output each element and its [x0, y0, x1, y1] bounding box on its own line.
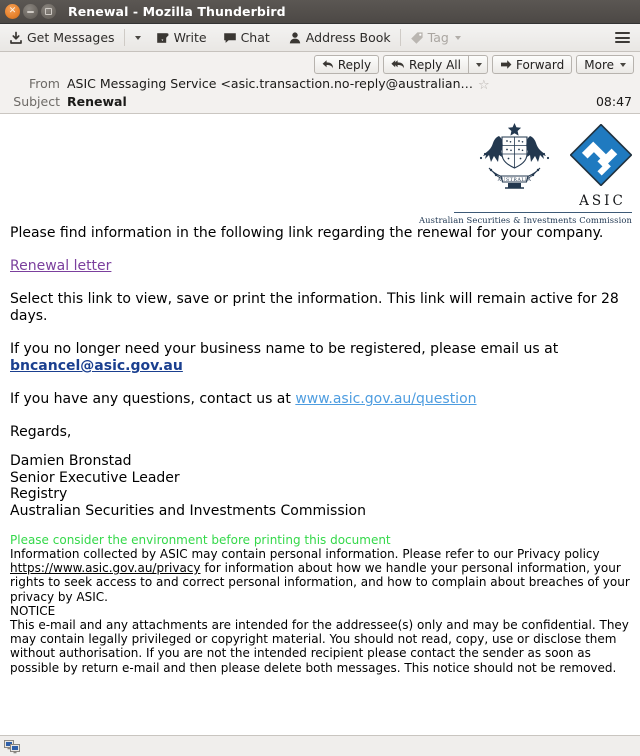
- asic-brand-mark: ASIC: [569, 120, 633, 209]
- forward-arrow-icon: [500, 59, 512, 70]
- questions-prefix-text: If you have any questions, contact us at: [10, 391, 291, 407]
- write-button[interactable]: Write: [151, 28, 212, 47]
- forward-label: Forward: [515, 57, 565, 72]
- cancel-paragraph: If you no longer need your business name…: [10, 341, 632, 375]
- get-messages-label: Get Messages: [27, 30, 115, 45]
- maximize-icon[interactable]: [41, 4, 56, 19]
- questions-paragraph: If you have any questions, contact us at…: [10, 391, 632, 408]
- download-inbox-icon: [9, 31, 23, 45]
- asic-wordmark: ASIC: [579, 193, 626, 209]
- address-book-button[interactable]: Address Book: [283, 28, 396, 47]
- subject-label: Subject: [13, 94, 60, 109]
- window-controls: ✕: [5, 4, 56, 19]
- message-body: AUSTRALIA ASIC Australian Securities & I…: [0, 114, 640, 735]
- asic-divider-rule: [454, 212, 632, 213]
- bncancel-email-link[interactable]: bncancel@asic.gov.au: [10, 358, 183, 374]
- notice-body: This e-mail and any attachments are inte…: [10, 618, 629, 675]
- signature-line: Registry: [10, 486, 68, 502]
- speech-bubble-icon: [223, 31, 237, 45]
- toolbar-separator-2: [399, 29, 401, 46]
- signature-block: Damien Bronstad Senior Executive Leader …: [10, 453, 632, 519]
- hamburger-menu-icon[interactable]: [611, 29, 634, 46]
- reply-button[interactable]: Reply: [313, 55, 380, 74]
- privacy-paragraph: Information collected by ASIC may contai…: [10, 547, 632, 604]
- get-messages-dropdown-button[interactable]: [129, 34, 145, 42]
- svg-text:AUSTRALIA: AUSTRALIA: [497, 177, 532, 183]
- more-button[interactable]: More: [576, 55, 634, 74]
- reply-all-split-button: Reply All: [383, 55, 488, 74]
- notice-heading: NOTICE: [10, 603, 56, 618]
- instructions-paragraph: Select this link to view, save or print …: [10, 291, 619, 324]
- get-messages-button[interactable]: Get Messages: [4, 28, 120, 47]
- chevron-down-icon: [620, 62, 626, 67]
- reply-all-arrow-icon: [391, 59, 405, 70]
- title-bar: ✕ Renewal - Mozilla Thunderbird: [0, 0, 640, 24]
- fine-print-block: Information collected by ASIC may contai…: [10, 547, 632, 675]
- asic-question-link[interactable]: www.asic.gov.au/question: [295, 391, 476, 407]
- chevron-down-icon: [475, 62, 482, 67]
- subject-value: Renewal: [67, 94, 127, 109]
- chevron-down-icon: [134, 35, 141, 40]
- reply-label: Reply: [337, 57, 372, 72]
- email-body-text: Please find information in the following…: [8, 225, 632, 675]
- from-row: From ASIC Messaging Service <asic.transa…: [0, 74, 640, 92]
- person-icon: [288, 31, 302, 45]
- tag-icon: [410, 31, 424, 45]
- message-action-buttons: Reply Reply All Forward More: [0, 52, 640, 74]
- chat-label: Chat: [240, 30, 270, 45]
- message-header-pane: Reply Reply All Forward More From ASIC M…: [0, 52, 640, 114]
- from-value[interactable]: ASIC Messaging Service <asic.transaction…: [67, 75, 473, 92]
- privacy-policy-link[interactable]: https://www.asic.gov.au/privacy: [10, 561, 201, 575]
- asic-logo-block: AUSTRALIA ASIC Australian Securities & I…: [8, 114, 633, 225]
- regards-paragraph: Regards,: [10, 424, 72, 440]
- close-icon[interactable]: ✕: [5, 4, 20, 19]
- minimize-icon[interactable]: [23, 4, 38, 19]
- forward-button[interactable]: Forward: [491, 55, 573, 74]
- environment-note: Please consider the environment before p…: [10, 533, 391, 547]
- toolbar-separator-1: [123, 29, 125, 46]
- intro-paragraph: Please find information in the following…: [10, 225, 604, 241]
- tag-label: Tag: [427, 30, 449, 45]
- australian-coat-of-arms-icon: AUSTRALIA: [467, 120, 562, 204]
- reply-arrow-icon: [322, 59, 334, 70]
- asic-tagline: Australian Securities & Investments Comm…: [418, 215, 632, 225]
- network-computers-icon[interactable]: [4, 739, 21, 754]
- chevron-down-icon: [454, 35, 461, 40]
- subject-row: Subject Renewal 08:47: [0, 92, 640, 113]
- star-outline-icon[interactable]: ☆: [478, 79, 490, 92]
- more-label: More: [584, 57, 614, 72]
- chat-button[interactable]: Chat: [218, 28, 275, 47]
- reply-all-label: Reply All: [409, 57, 461, 72]
- compose-pencil-icon: [156, 31, 170, 45]
- message-time: 08:47: [595, 94, 632, 109]
- window-title: Renewal - Mozilla Thunderbird: [68, 4, 286, 19]
- renewal-letter-paragraph: Renewal letter: [10, 258, 632, 275]
- write-label: Write: [173, 30, 207, 45]
- signature-line: Australian Securities and Investments Co…: [10, 502, 366, 519]
- renewal-letter-link[interactable]: Renewal letter: [10, 258, 111, 274]
- main-toolbar: Get Messages Write Chat Address Book Tag: [0, 24, 640, 52]
- cancel-prefix-text: If you no longer need your business name…: [10, 341, 559, 357]
- address-book-label: Address Book: [305, 30, 391, 45]
- signature-line: Senior Executive Leader: [10, 469, 180, 486]
- from-label: From: [29, 76, 60, 91]
- status-bar: [0, 735, 640, 756]
- signature-line: Damien Bronstad: [10, 453, 132, 469]
- privacy-line1: Information collected by ASIC may contai…: [10, 547, 600, 561]
- thunderbird-window: ✕ Renewal - Mozilla Thunderbird Get Mess…: [0, 0, 640, 756]
- reply-all-dropdown-button[interactable]: [467, 55, 488, 74]
- tag-button[interactable]: Tag: [405, 28, 466, 47]
- reply-all-button[interactable]: Reply All: [383, 55, 468, 74]
- asic-diamond-logo-icon: [569, 123, 633, 190]
